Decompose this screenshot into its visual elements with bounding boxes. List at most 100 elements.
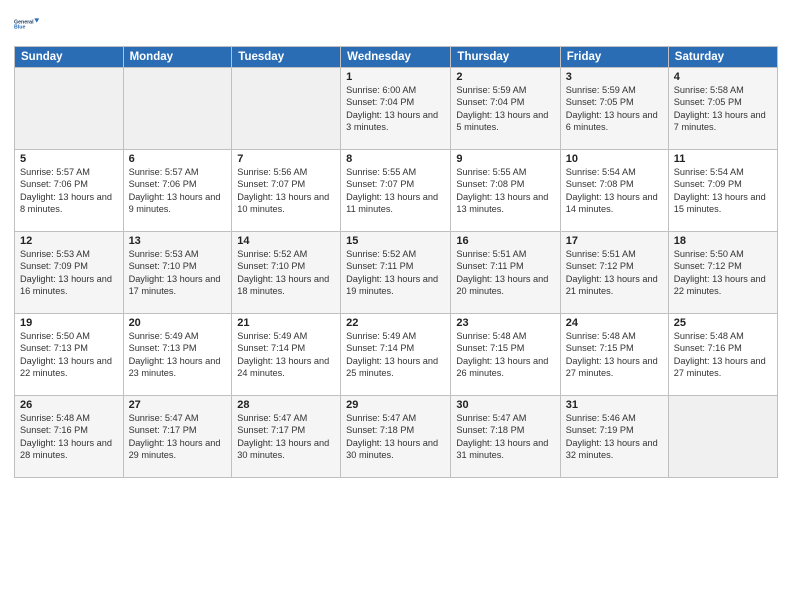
day-info: Sunrise: 5:55 AM Sunset: 7:07 PM Dayligh…: [346, 166, 445, 216]
day-number: 3: [566, 71, 663, 83]
day-info: Sunrise: 5:54 AM Sunset: 7:08 PM Dayligh…: [566, 166, 663, 216]
day-cell: 22Sunrise: 5:49 AM Sunset: 7:14 PM Dayli…: [341, 314, 451, 396]
day-cell: 24Sunrise: 5:48 AM Sunset: 7:15 PM Dayli…: [560, 314, 668, 396]
day-cell: 4Sunrise: 5:58 AM Sunset: 7:05 PM Daylig…: [668, 68, 777, 150]
day-number: 11: [674, 153, 772, 165]
day-info: Sunrise: 5:51 AM Sunset: 7:11 PM Dayligh…: [456, 248, 554, 298]
day-number: 14: [237, 235, 335, 247]
day-cell: 9Sunrise: 5:55 AM Sunset: 7:08 PM Daylig…: [451, 150, 560, 232]
day-info: Sunrise: 5:57 AM Sunset: 7:06 PM Dayligh…: [129, 166, 227, 216]
day-info: Sunrise: 5:48 AM Sunset: 7:16 PM Dayligh…: [674, 330, 772, 380]
week-row-4: 19Sunrise: 5:50 AM Sunset: 7:13 PM Dayli…: [15, 314, 778, 396]
day-info: Sunrise: 5:46 AM Sunset: 7:19 PM Dayligh…: [566, 412, 663, 462]
svg-text:Blue: Blue: [14, 25, 25, 31]
day-number: 29: [346, 399, 445, 411]
day-cell: 25Sunrise: 5:48 AM Sunset: 7:16 PM Dayli…: [668, 314, 777, 396]
day-number: 30: [456, 399, 554, 411]
weekday-header-saturday: Saturday: [668, 47, 777, 68]
logo: GeneralBlue: [14, 10, 42, 38]
logo-icon: GeneralBlue: [14, 10, 42, 38]
day-cell: [123, 68, 232, 150]
day-cell: [668, 396, 777, 478]
day-cell: 8Sunrise: 5:55 AM Sunset: 7:07 PM Daylig…: [341, 150, 451, 232]
day-number: 6: [129, 153, 227, 165]
day-info: Sunrise: 5:47 AM Sunset: 7:17 PM Dayligh…: [237, 412, 335, 462]
day-info: Sunrise: 5:52 AM Sunset: 7:10 PM Dayligh…: [237, 248, 335, 298]
day-cell: 2Sunrise: 5:59 AM Sunset: 7:04 PM Daylig…: [451, 68, 560, 150]
day-info: Sunrise: 5:47 AM Sunset: 7:17 PM Dayligh…: [129, 412, 227, 462]
day-info: Sunrise: 5:53 AM Sunset: 7:10 PM Dayligh…: [129, 248, 227, 298]
day-cell: 30Sunrise: 5:47 AM Sunset: 7:18 PM Dayli…: [451, 396, 560, 478]
day-info: Sunrise: 5:47 AM Sunset: 7:18 PM Dayligh…: [456, 412, 554, 462]
day-info: Sunrise: 5:59 AM Sunset: 7:05 PM Dayligh…: [566, 84, 663, 134]
day-number: 23: [456, 317, 554, 329]
day-number: 18: [674, 235, 772, 247]
day-number: 21: [237, 317, 335, 329]
weekday-header-thursday: Thursday: [451, 47, 560, 68]
day-number: 26: [20, 399, 118, 411]
page: GeneralBlue SundayMondayTuesdayWednesday…: [0, 0, 792, 612]
day-info: Sunrise: 5:48 AM Sunset: 7:15 PM Dayligh…: [456, 330, 554, 380]
day-number: 1: [346, 71, 445, 83]
day-cell: 6Sunrise: 5:57 AM Sunset: 7:06 PM Daylig…: [123, 150, 232, 232]
day-info: Sunrise: 5:59 AM Sunset: 7:04 PM Dayligh…: [456, 84, 554, 134]
day-number: 12: [20, 235, 118, 247]
day-info: Sunrise: 5:55 AM Sunset: 7:08 PM Dayligh…: [456, 166, 554, 216]
week-row-2: 5 Sunrise: 5:57 AM Sunset: 7:06 PM Daylig…: [15, 150, 778, 232]
day-cell: [15, 68, 124, 150]
day-info: Sunrise: 5:50 AM Sunset: 7:12 PM Dayligh…: [674, 248, 772, 298]
day-info: Sunrise: 5:47 AM Sunset: 7:18 PM Dayligh…: [346, 412, 445, 462]
day-cell: 3Sunrise: 5:59 AM Sunset: 7:05 PM Daylig…: [560, 68, 668, 150]
week-row-5: 26Sunrise: 5:48 AM Sunset: 7:16 PM Dayli…: [15, 396, 778, 478]
day-cell: 20Sunrise: 5:49 AM Sunset: 7:13 PM Dayli…: [123, 314, 232, 396]
day-cell: 11Sunrise: 5:54 AM Sunset: 7:09 PM Dayli…: [668, 150, 777, 232]
day-number: 8: [346, 153, 445, 165]
header: GeneralBlue: [14, 10, 778, 38]
day-cell: 1Sunrise: 6:00 AM Sunset: 7:04 PM Daylig…: [341, 68, 451, 150]
day-info: Sunrise: 5:51 AM Sunset: 7:12 PM Dayligh…: [566, 248, 663, 298]
day-cell: 28Sunrise: 5:47 AM Sunset: 7:17 PM Dayli…: [232, 396, 341, 478]
day-cell: 31Sunrise: 5:46 AM Sunset: 7:19 PM Dayli…: [560, 396, 668, 478]
day-info: Sunrise: 5:52 AM Sunset: 7:11 PM Dayligh…: [346, 248, 445, 298]
day-number: 10: [566, 153, 663, 165]
day-cell: 7Sunrise: 5:56 AM Sunset: 7:07 PM Daylig…: [232, 150, 341, 232]
day-info: Sunrise: 5:50 AM Sunset: 7:13 PM Dayligh…: [20, 330, 118, 380]
day-info: Sunrise: 5:48 AM Sunset: 7:15 PM Dayligh…: [566, 330, 663, 380]
day-info: Sunrise: 5:49 AM Sunset: 7:13 PM Dayligh…: [129, 330, 227, 380]
day-cell: 21Sunrise: 5:49 AM Sunset: 7:14 PM Dayli…: [232, 314, 341, 396]
day-number: 13: [129, 235, 227, 247]
day-cell: 27Sunrise: 5:47 AM Sunset: 7:17 PM Dayli…: [123, 396, 232, 478]
day-info: Sunrise: 5:53 AM Sunset: 7:09 PM Dayligh…: [20, 248, 118, 298]
day-number: 9: [456, 153, 554, 165]
week-row-1: 1Sunrise: 6:00 AM Sunset: 7:04 PM Daylig…: [15, 68, 778, 150]
weekday-header-wednesday: Wednesday: [341, 47, 451, 68]
day-cell: 5Sunrise: 5:57 AM Sunset: 7:06 PM Daylig…: [15, 150, 124, 232]
day-cell: 23Sunrise: 5:48 AM Sunset: 7:15 PM Dayli…: [451, 314, 560, 396]
day-number: 28: [237, 399, 335, 411]
day-info: Sunrise: 5:49 AM Sunset: 7:14 PM Dayligh…: [346, 330, 445, 380]
day-cell: 29Sunrise: 5:47 AM Sunset: 7:18 PM Dayli…: [341, 396, 451, 478]
day-info: Sunrise: 5:58 AM Sunset: 7:05 PM Dayligh…: [674, 84, 772, 134]
day-number: 2: [456, 71, 554, 83]
day-info: Sunrise: 5:54 AM Sunset: 7:09 PM Dayligh…: [674, 166, 772, 216]
day-number: 31: [566, 399, 663, 411]
day-cell: 14Sunrise: 5:52 AM Sunset: 7:10 PM Dayli…: [232, 232, 341, 314]
day-number: 16: [456, 235, 554, 247]
week-row-3: 12Sunrise: 5:53 AM Sunset: 7:09 PM Dayli…: [15, 232, 778, 314]
weekday-header-sunday: Sunday: [15, 47, 124, 68]
day-number: 5: [20, 153, 118, 165]
day-info: Sunrise: 5:49 AM Sunset: 7:14 PM Dayligh…: [237, 330, 335, 380]
day-info: Sunrise: 5:56 AM Sunset: 7:07 PM Dayligh…: [237, 166, 335, 216]
weekday-header-row: SundayMondayTuesdayWednesdayThursdayFrid…: [15, 47, 778, 68]
day-cell: 16Sunrise: 5:51 AM Sunset: 7:11 PM Dayli…: [451, 232, 560, 314]
day-cell: 17Sunrise: 5:51 AM Sunset: 7:12 PM Dayli…: [560, 232, 668, 314]
day-number: 4: [674, 71, 772, 83]
day-cell: 26Sunrise: 5:48 AM Sunset: 7:16 PM Dayli…: [15, 396, 124, 478]
day-number: 15: [346, 235, 445, 247]
day-number: 20: [129, 317, 227, 329]
day-number: 19: [20, 317, 118, 329]
day-cell: 15Sunrise: 5:52 AM Sunset: 7:11 PM Dayli…: [341, 232, 451, 314]
day-cell: 19Sunrise: 5:50 AM Sunset: 7:13 PM Dayli…: [15, 314, 124, 396]
weekday-header-monday: Monday: [123, 47, 232, 68]
day-cell: 18Sunrise: 5:50 AM Sunset: 7:12 PM Dayli…: [668, 232, 777, 314]
